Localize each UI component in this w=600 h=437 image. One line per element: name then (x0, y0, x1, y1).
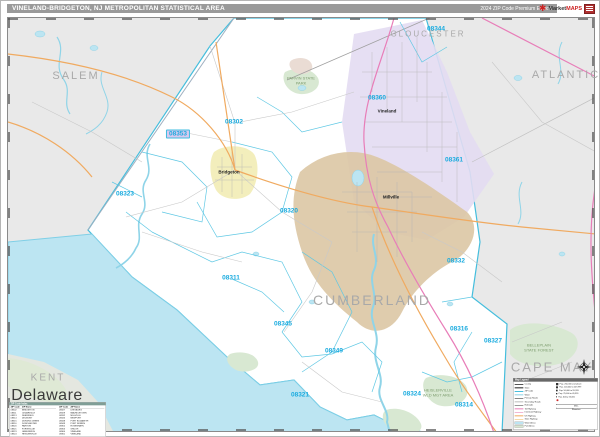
map-title: VINELAND-BRIDGETON, NJ METROPOLITAN STAT… (12, 5, 225, 12)
zip-table-left-column: ZIP Code ZIP Name 08302 BRIDGETON 08311 … (11, 406, 56, 436)
km-scalebar: Kilometers (556, 407, 596, 410)
tick-strip-top (8, 18, 594, 20)
zip-table-row: 08324 HEISLERVILLE (11, 433, 56, 436)
logo-wordmark: MarketMAPS (548, 6, 582, 12)
zip-table-right-column: ZIP Code ZIP Name 08327 LEESBURG 08329 M… (59, 406, 104, 436)
globe-icon: ✱ (539, 4, 547, 13)
basemap-svg (7, 17, 595, 432)
tick-strip-right (592, 18, 594, 431)
tick-strip-left (8, 18, 10, 431)
marketmaps-logo: ✱ MarketMAPS (539, 2, 595, 15)
city-logo-icon: ✸ (556, 399, 559, 403)
bridgeton-city-area (210, 146, 257, 199)
legend-item: Park Areas (515, 425, 554, 428)
legend-right-column: Pop. 250,000 and above Pop. 100,000 to 2… (556, 383, 596, 428)
zip-table-wrap: ZIP Code Index ZIP Code ZIP Name 08302 B… (9, 402, 106, 433)
compass-rose-icon (576, 359, 592, 375)
zip-table-row: 08361 VINELAND (59, 433, 104, 436)
title-bar: VINELAND-BRIDGETON, NJ METROPOLITAN STAT… (7, 4, 557, 13)
map-page: VINELAND-BRIDGETON, NJ METROPOLITAN STAT… (0, 0, 600, 437)
legend-city-logo: ✸ (556, 398, 596, 403)
zip-code-table: ZIP Code Index ZIP Code ZIP Name 08302 B… (9, 402, 106, 437)
map-legend: Map Legend County State ZIP Code (513, 378, 598, 429)
publisher-badge-icon (584, 4, 595, 14)
legend-wrap: Map Legend County State ZIP Code (513, 378, 598, 432)
map-canvas (7, 17, 595, 432)
miles-scalebar: Miles (556, 404, 596, 407)
